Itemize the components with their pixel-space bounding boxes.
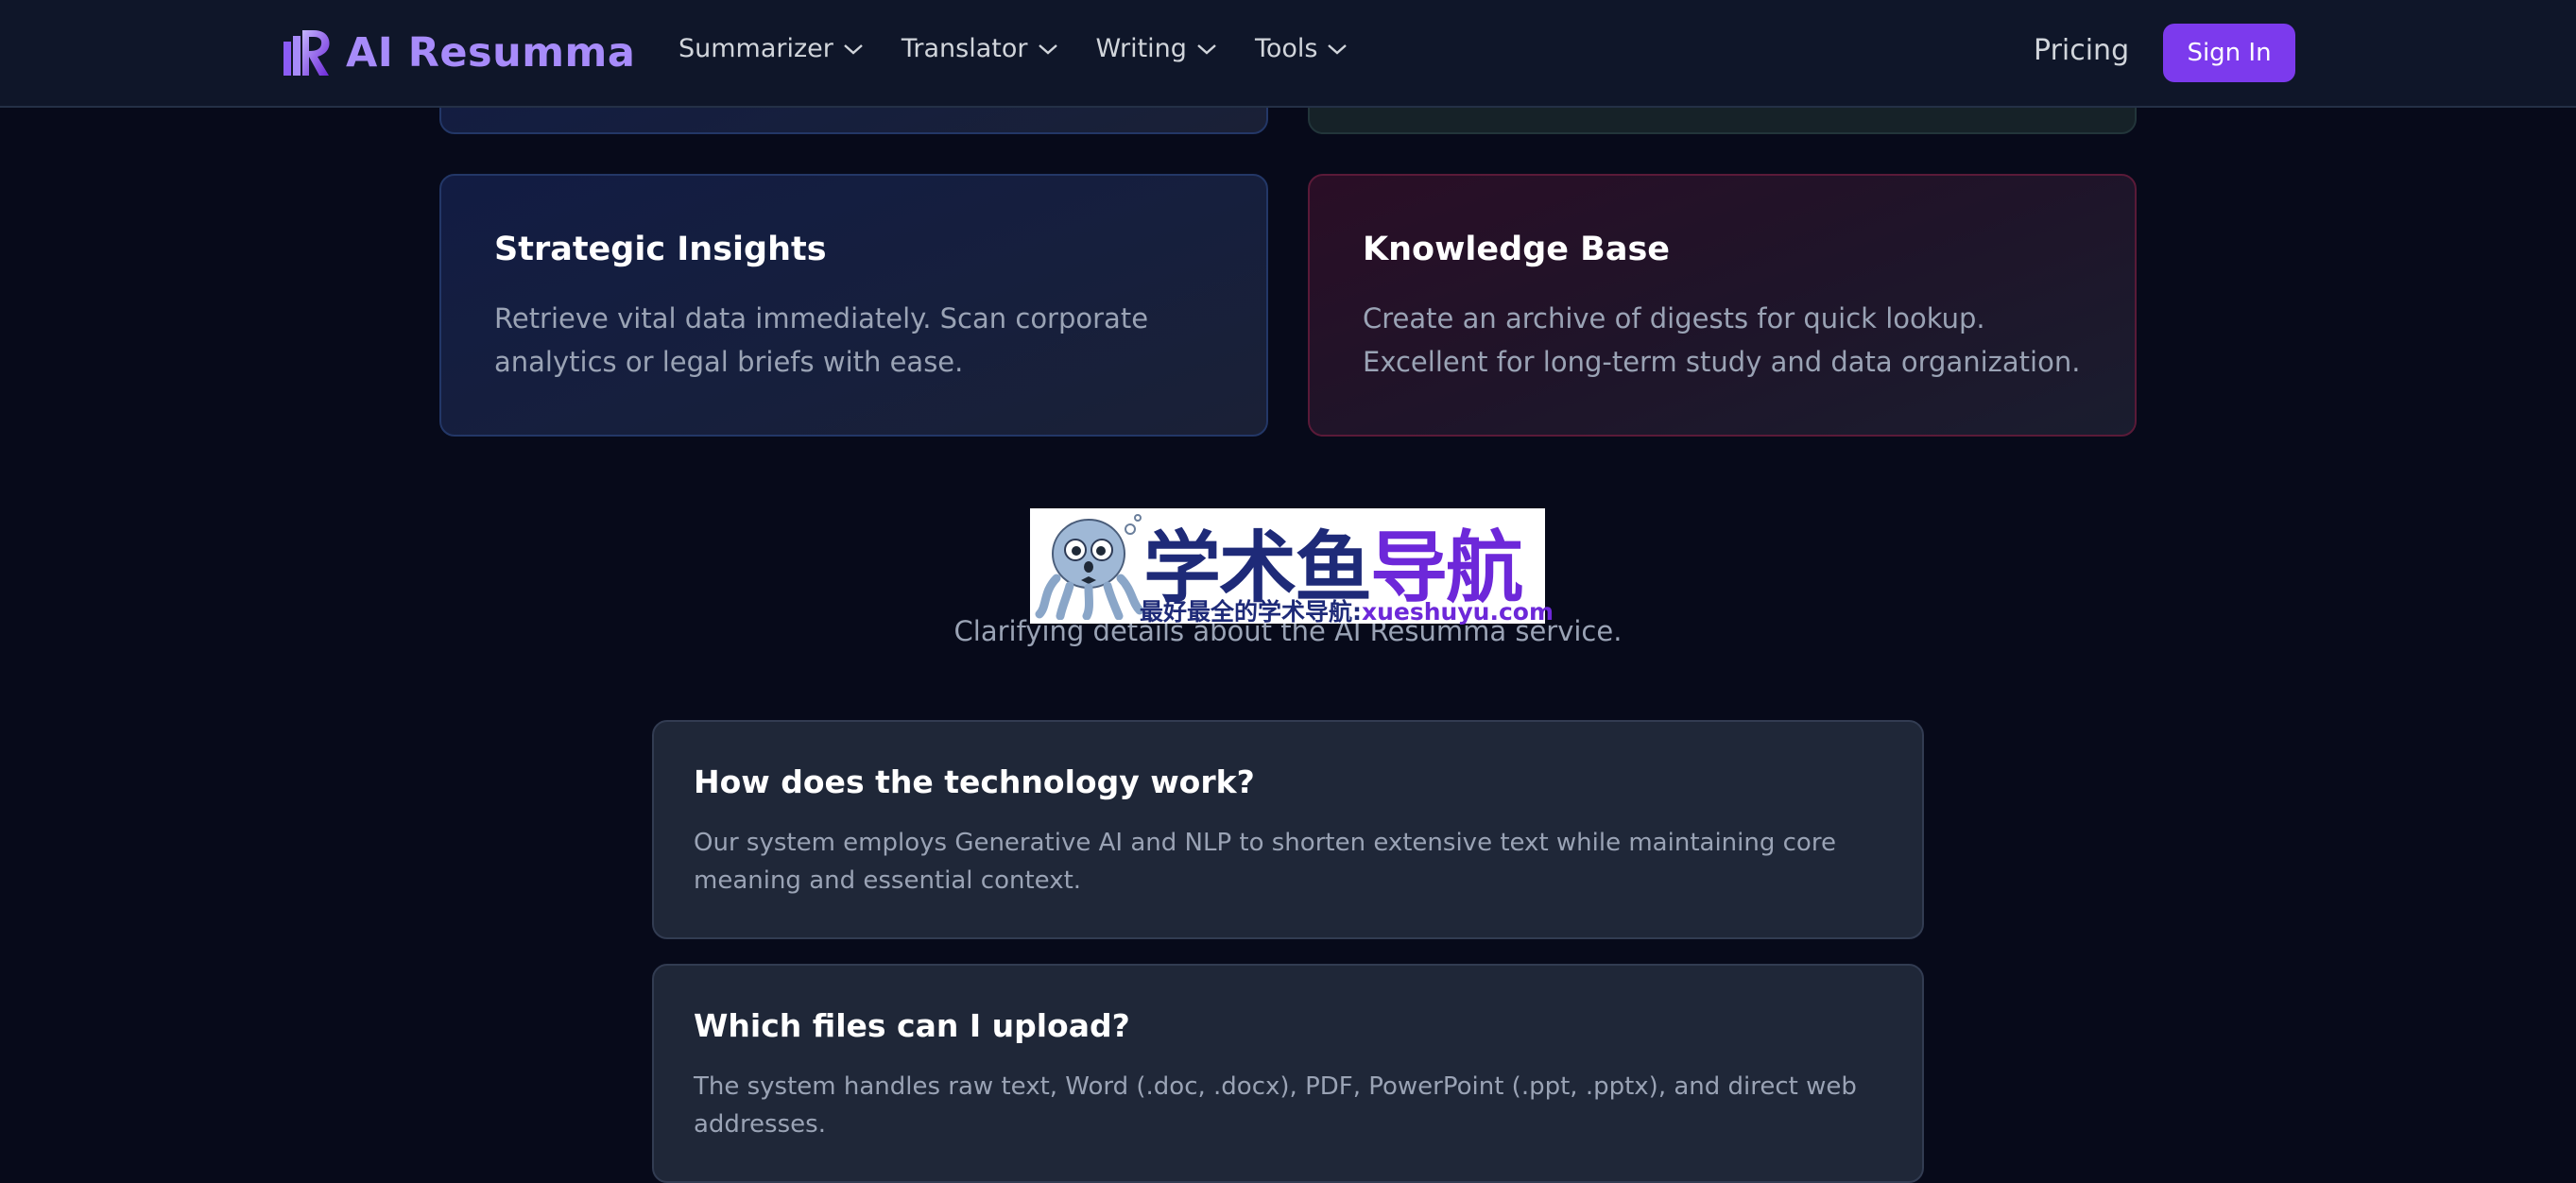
faq-question: How does the technology work? bbox=[694, 763, 1255, 800]
menu-label: Summarizer bbox=[678, 34, 833, 63]
feature-title: Strategic Insights bbox=[494, 231, 827, 268]
faq-question: Which files can I upload? bbox=[694, 1007, 1130, 1044]
top-navbar: AI Resumma Summarizer Translator Writing… bbox=[0, 0, 2576, 108]
logo-icon bbox=[283, 30, 330, 76]
watermark-subtitle-dark: 最好最全的学术导航: bbox=[1140, 598, 1362, 626]
brand-logo[interactable]: AI Resumma bbox=[280, 28, 635, 77]
menu-label: Tools bbox=[1254, 34, 1318, 63]
faq-item[interactable]: How does the technology work? Our system… bbox=[652, 720, 1924, 939]
menu-label: Translator bbox=[901, 34, 1028, 63]
menu-summarizer[interactable]: Summarizer bbox=[678, 34, 864, 63]
chevron-down-icon bbox=[1328, 43, 1348, 55]
main-menu: Summarizer Translator Writing Tools bbox=[678, 34, 1385, 63]
menu-translator[interactable]: Translator bbox=[902, 34, 1058, 63]
menu-tools[interactable]: Tools bbox=[1255, 34, 1348, 63]
chevron-down-icon bbox=[1038, 43, 1057, 55]
chevron-down-icon bbox=[1197, 43, 1216, 55]
faq-answer: The system handles raw text, Word (.doc,… bbox=[694, 1072, 1857, 1139]
pricing-link[interactable]: Pricing bbox=[2034, 34, 2129, 67]
menu-label: Writing bbox=[1095, 34, 1187, 63]
feature-card-knowledge-base: Knowledge Base Create an archive of dige… bbox=[1308, 174, 2137, 437]
feature-description: Retrieve vital data immediately. Scan co… bbox=[494, 302, 1149, 378]
brand-name: AI Resumma bbox=[346, 29, 636, 77]
feature-title: Knowledge Base bbox=[1363, 231, 1671, 268]
sign-in-button[interactable]: Sign In bbox=[2163, 24, 2295, 82]
watermark-url: xueshuyu.com bbox=[1362, 598, 1554, 626]
faq-item[interactable]: Which files can I upload? The system han… bbox=[652, 964, 1924, 1183]
watermark-subtitle: 最好最全的学术导航:xueshuyu.com bbox=[1140, 593, 1554, 627]
faq-answer: Our system employs Generative AI and NLP… bbox=[694, 829, 1836, 895]
watermark-banner: 学术鱼导航 最好最全的学术导航:xueshuyu.com bbox=[1030, 508, 1554, 626]
feature-card-strategic-insights: Strategic Insights Retrieve vital data i… bbox=[439, 174, 1268, 437]
octopus-mascot-icon bbox=[1035, 514, 1143, 620]
menu-writing[interactable]: Writing bbox=[1096, 34, 1217, 63]
chevron-down-icon bbox=[844, 43, 863, 55]
feature-description: Create an archive of digests for quick l… bbox=[1363, 302, 2081, 378]
